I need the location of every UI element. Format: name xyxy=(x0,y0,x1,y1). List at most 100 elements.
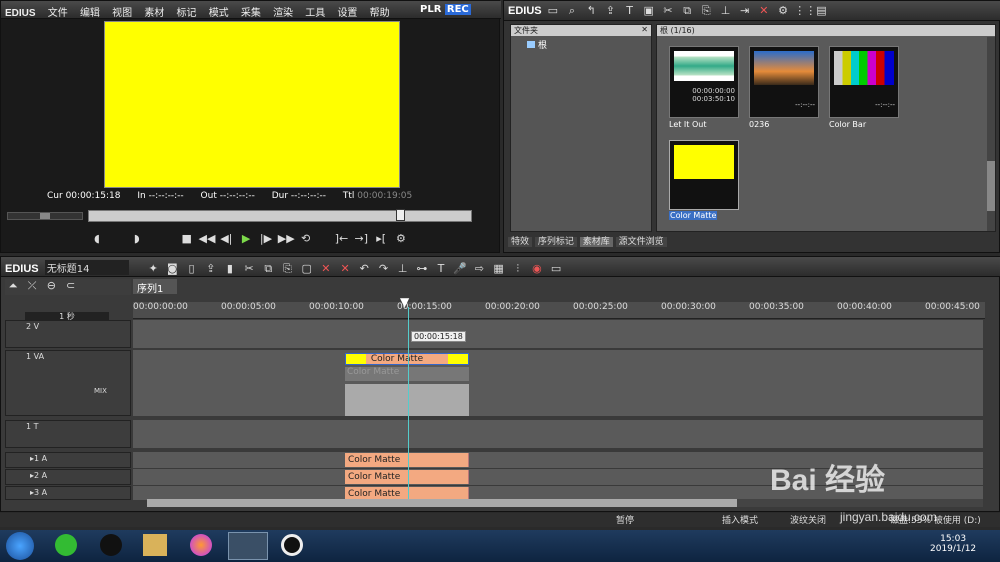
menu-view[interactable]: 视图 xyxy=(112,8,132,19)
delete-clip-icon[interactable]: ✕ xyxy=(337,262,353,276)
clip-mix-area[interactable] xyxy=(345,384,469,416)
taskbar-app-icon[interactable] xyxy=(55,534,77,556)
clip-color-bar[interactable]: --:--:-- xyxy=(829,46,899,118)
open-icon[interactable]: ⇪ xyxy=(602,4,618,18)
menu-edit[interactable]: 编辑 xyxy=(80,8,100,19)
play-icon[interactable]: ▶ xyxy=(238,232,254,246)
track-header-a2[interactable]: ▸2 A xyxy=(5,469,131,485)
view-mode-icon[interactable]: ▭ xyxy=(548,262,564,276)
set-in-icon[interactable]: ◖ xyxy=(89,232,105,246)
snap-icon[interactable]: ⊂ xyxy=(63,279,79,293)
set-out-icon[interactable]: ◗ xyxy=(129,232,145,246)
up-icon[interactable]: ↰ xyxy=(583,4,599,18)
cut-icon[interactable]: ✂ xyxy=(660,4,676,18)
tl-paste-icon[interactable]: ⎘ xyxy=(280,262,296,276)
menu-capture[interactable]: 采集 xyxy=(241,8,261,19)
clip-scrollbar[interactable] xyxy=(987,37,995,231)
qq-icon[interactable] xyxy=(100,534,122,556)
copy-icon[interactable]: ⧉ xyxy=(679,4,695,18)
loop-icon[interactable]: ⟲ xyxy=(298,232,314,246)
properties-icon[interactable]: ⚙ xyxy=(775,4,791,18)
ripple-delete-icon[interactable]: ✕ xyxy=(318,262,334,276)
rec-toggle[interactable]: REC xyxy=(444,4,471,15)
camera-icon[interactable]: ◙ xyxy=(164,262,180,276)
search-icon[interactable]: ⌕ xyxy=(564,4,580,18)
step-back-icon[interactable]: ◀| xyxy=(218,232,234,246)
plr-toggle[interactable]: PLR xyxy=(420,4,441,15)
track-header-v2[interactable]: 2 V xyxy=(5,320,131,348)
tab-sequence-markers[interactable]: 序列标记 xyxy=(534,237,577,247)
start-button[interactable] xyxy=(6,532,34,560)
shuttle-slider[interactable] xyxy=(7,212,83,220)
sync-icon[interactable]: ⊖ xyxy=(43,279,59,293)
options-icon[interactable]: ⚙ xyxy=(393,232,409,246)
clip-color-matte-video[interactable]: Color Matte xyxy=(345,353,469,365)
clip-0236[interactable]: --:--:-- xyxy=(749,46,819,118)
menu-settings[interactable]: 设置 xyxy=(337,8,357,19)
undo-icon[interactable]: ↶ xyxy=(356,262,372,276)
clip-audio-a1[interactable]: Color Matte xyxy=(345,453,469,467)
menu-marker[interactable]: 标记 xyxy=(177,8,197,19)
firefox-icon[interactable] xyxy=(190,534,212,556)
system-clock[interactable]: 15:03 2019/1/12 xyxy=(930,534,976,554)
position-handle[interactable] xyxy=(396,209,405,221)
tab-bin[interactable]: 素材库 xyxy=(579,237,613,247)
monitor-icon[interactable]: ▣ xyxy=(641,4,657,18)
playhead-marker-icon[interactable]: ▼ xyxy=(400,296,416,308)
title-icon[interactable]: T xyxy=(622,4,638,18)
step-forward-icon[interactable]: |▶ xyxy=(258,232,274,246)
track-header-a1[interactable]: ▸1 A xyxy=(5,452,131,468)
track-header-va1[interactable]: 1 VA MIX xyxy=(5,350,131,416)
tl-copy-icon[interactable]: ⧉ xyxy=(260,262,276,276)
clip-color-matte[interactable] xyxy=(669,140,739,210)
track-header-a3[interactable]: ▸3 A xyxy=(5,486,131,500)
timeline-hscroll[interactable] xyxy=(147,499,983,507)
clip-let-it-out[interactable]: 00:00:00:00 00:03:50:10 xyxy=(669,46,739,118)
folder-root[interactable]: 根 xyxy=(511,36,651,53)
paste-icon[interactable]: ⎘ xyxy=(698,4,714,18)
redo-icon[interactable]: ↷ xyxy=(375,262,391,276)
mixer-icon[interactable]: ⫶ xyxy=(510,262,526,276)
close-icon[interactable]: ✕ xyxy=(641,25,648,34)
match-frame-icon[interactable]: ▸[ xyxy=(373,232,389,246)
menu-clip[interactable]: 素材 xyxy=(144,8,164,19)
tab-source-browser[interactable]: 源文件浏览 xyxy=(615,237,667,247)
replace-icon[interactable]: ⇥ xyxy=(737,4,753,18)
track-v2[interactable] xyxy=(133,320,983,348)
mic-icon[interactable]: 🎤 xyxy=(452,262,468,276)
layout-icon[interactable]: ▤ xyxy=(813,4,829,18)
tab-effects[interactable]: 特效 xyxy=(508,237,533,247)
export-icon[interactable]: ⇨ xyxy=(471,262,487,276)
razor-icon[interactable]: ⤫ xyxy=(24,279,40,293)
group-icon[interactable]: ▢ xyxy=(299,262,315,276)
overwrite-icon[interactable]: →] xyxy=(353,232,369,246)
insert-icon[interactable]: ]← xyxy=(333,232,349,246)
add-timeline-icon[interactable]: ⊥ xyxy=(718,4,734,18)
track-header-t1[interactable]: 1 T xyxy=(5,420,131,448)
explorer-icon[interactable] xyxy=(143,534,167,556)
view-icon[interactable]: ⋮⋮ xyxy=(794,4,816,18)
menu-tools[interactable]: 工具 xyxy=(305,8,325,19)
delete-icon[interactable]: ✕ xyxy=(756,4,772,18)
position-slider[interactable] xyxy=(88,209,472,222)
new-icon[interactable]: ▯ xyxy=(184,262,200,276)
project-icon[interactable]: ✦ xyxy=(145,262,161,276)
mode-icon[interactable]: ⏶ xyxy=(5,279,21,293)
split-icon[interactable]: ⊥ xyxy=(395,262,411,276)
timeline-ruler[interactable]: 00:00:00:00 00:00:05:00 00:00:10:00 00:0… xyxy=(133,302,985,319)
fast-forward-icon[interactable]: ▶▶ xyxy=(278,232,295,246)
grid-icon[interactable]: ▦ xyxy=(491,262,507,276)
link-icon[interactable]: ⊶ xyxy=(414,262,430,276)
folder-icon[interactable]: ▭ xyxy=(545,4,561,18)
clip-audio-a2[interactable]: Color Matte xyxy=(345,470,469,484)
recorder-icon[interactable] xyxy=(281,534,303,556)
clip-color-matte-audio[interactable]: Color Matte xyxy=(345,367,469,381)
open-project-icon[interactable]: ⇪ xyxy=(203,262,219,276)
rewind-icon[interactable]: ◀◀ xyxy=(198,232,215,246)
menu-render[interactable]: 渲染 xyxy=(273,8,293,19)
edius-task-icon[interactable] xyxy=(228,532,268,560)
stop-icon[interactable]: ■ xyxy=(179,232,195,246)
record-icon[interactable]: ◉ xyxy=(529,262,545,276)
text-icon[interactable]: T xyxy=(433,262,449,276)
save-icon[interactable]: ▮ xyxy=(222,262,238,276)
